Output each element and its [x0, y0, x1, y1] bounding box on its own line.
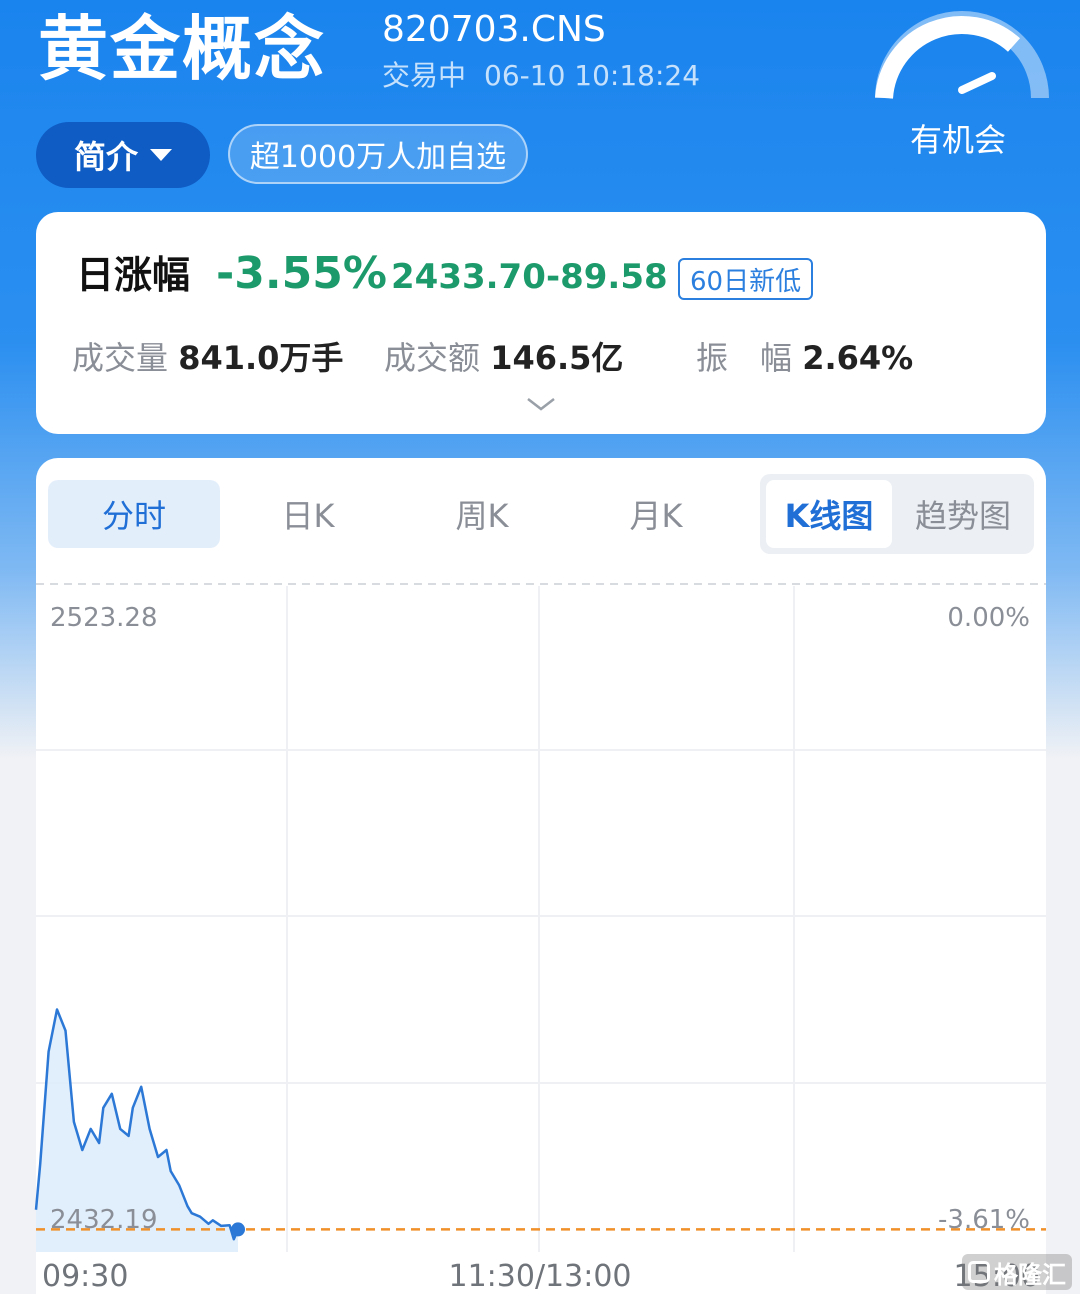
y-label-top-percent: 0.00% — [947, 603, 1030, 633]
y-label-bottom-price: 2432.19 — [50, 1205, 158, 1235]
y-label-top-price: 2523.28 — [50, 603, 158, 633]
current-price-dot — [231, 1222, 245, 1237]
x-tick-open: 09:30 — [42, 1259, 128, 1294]
x-tick-midday: 11:30/13:00 — [448, 1259, 631, 1294]
watermark-text: 格隆汇 — [994, 1260, 1066, 1289]
intraday-chart[interactable]: 2523.28 2432.19 0.00% -3.61% 09:30 11:30/13:0… — [0, 0, 1080, 1294]
logo-icon — [968, 1261, 990, 1283]
watermark-logo: 格隆汇 — [962, 1254, 1072, 1290]
y-label-bottom-percent: -3.61% — [938, 1205, 1030, 1235]
